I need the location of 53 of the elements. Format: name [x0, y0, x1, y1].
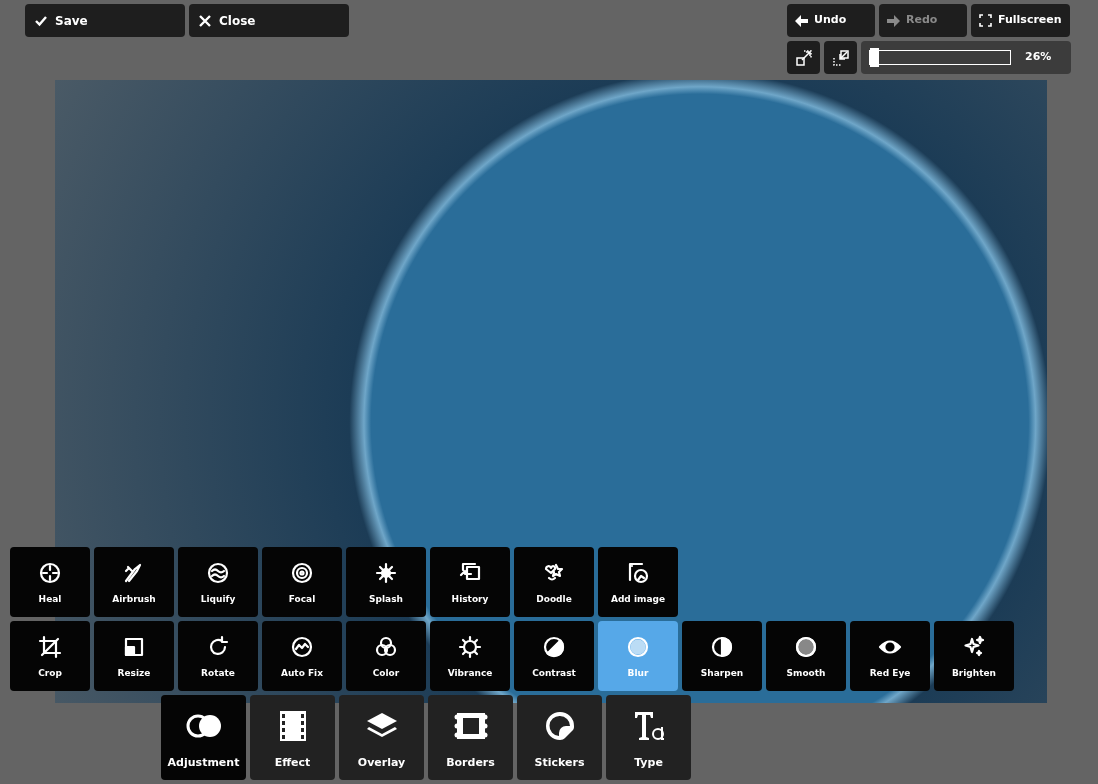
- category-tab[interactable]: Adjustment: [161, 695, 246, 780]
- shrink-icon: [832, 49, 849, 66]
- contrast-icon: [542, 635, 566, 660]
- add-image-icon: [626, 561, 650, 586]
- zoom-percentage: 26%: [1025, 49, 1052, 66]
- undo-button[interactable]: Undo: [787, 4, 875, 37]
- save-button[interactable]: Save: [25, 4, 185, 37]
- checkmark-icon: [35, 14, 47, 27]
- category-tab[interactable]: Stickers: [517, 695, 602, 780]
- tool-button[interactable]: History: [430, 547, 510, 617]
- zoom-slider[interactable]: [869, 50, 1011, 65]
- tool-button[interactable]: Rotate: [178, 621, 258, 691]
- crosshair-icon: [38, 561, 62, 586]
- tool-button[interactable]: Sharpen: [682, 621, 762, 691]
- tool-button[interactable]: Airbrush: [94, 547, 174, 617]
- tool-button[interactable]: Smooth: [766, 621, 846, 691]
- expand-icon: [795, 49, 812, 66]
- fullscreen-button[interactable]: Fullscreen: [971, 4, 1070, 37]
- zoom-out-button[interactable]: [824, 41, 857, 74]
- tool-button[interactable]: Auto Fix: [262, 621, 342, 691]
- auto-fix-icon: [290, 635, 314, 660]
- tool-button[interactable]: Vibrance: [430, 621, 510, 691]
- tool-button[interactable]: Heal: [10, 547, 90, 617]
- tool-button[interactable]: Doodle: [514, 547, 594, 617]
- tool-button[interactable]: Splash: [346, 547, 426, 617]
- tool-button[interactable]: Brighten: [934, 621, 1014, 691]
- right-arrow-icon: [887, 14, 900, 27]
- close-button[interactable]: Close: [189, 4, 349, 37]
- zoom-in-button[interactable]: [787, 41, 820, 74]
- tool-button[interactable]: Focal: [262, 547, 342, 617]
- tool-button[interactable]: Resize: [94, 621, 174, 691]
- half-circle-icon: [710, 635, 734, 660]
- category-tab[interactable]: Effect: [250, 695, 335, 780]
- category-tab[interactable]: Type: [606, 695, 691, 780]
- crop-icon: [38, 635, 62, 660]
- tool-button[interactable]: Add image: [598, 547, 678, 617]
- sun-icon: [458, 635, 482, 660]
- close-icon: [199, 14, 211, 27]
- tool-button[interactable]: Liquify: [178, 547, 258, 617]
- left-arrow-icon: [795, 14, 808, 27]
- slider-thumb[interactable]: [870, 48, 879, 67]
- smooth-icon: [794, 635, 818, 660]
- fullscreen-icon: [979, 14, 992, 27]
- target-icon: [290, 561, 314, 586]
- tool-button[interactable]: Contrast: [514, 621, 594, 691]
- splash-icon: [374, 561, 398, 586]
- wave-icon: [206, 561, 230, 586]
- tool-button[interactable]: Color: [346, 621, 426, 691]
- category-tab[interactable]: Borders: [428, 695, 513, 780]
- tool-button[interactable]: Red Eye: [850, 621, 930, 691]
- tool-button[interactable]: Crop: [10, 621, 90, 691]
- blur-icon: [626, 635, 650, 660]
- category-tab[interactable]: Overlay: [339, 695, 424, 780]
